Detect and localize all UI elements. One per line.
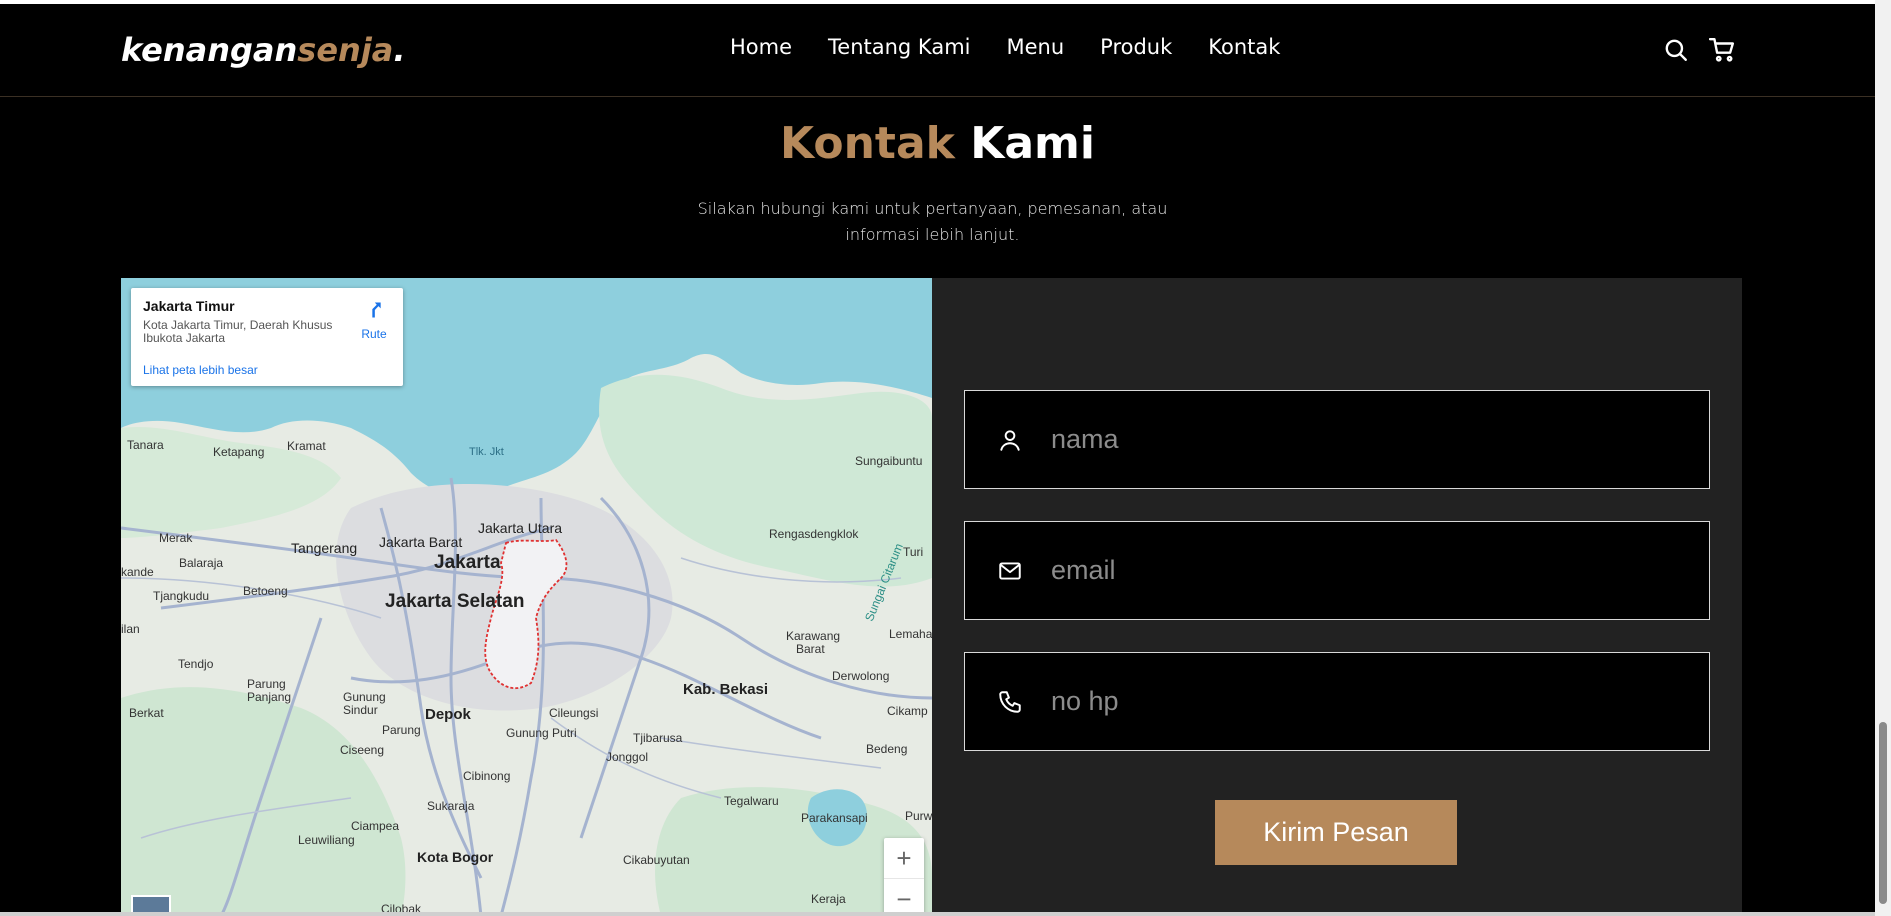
- map-label: Gunung Putri: [506, 726, 577, 740]
- map-label: ilan: [121, 622, 140, 636]
- map-label: Bedeng: [866, 742, 908, 756]
- map-label: Kramat: [287, 439, 326, 453]
- map-label: Karawang: [786, 629, 841, 643]
- map-label: Tendjo: [178, 657, 214, 671]
- map-label: Purwak: [905, 809, 932, 823]
- map-label: Depok: [425, 706, 471, 723]
- map-label: Jakarta Barat: [379, 534, 463, 550]
- section-subtitle: Silakan hubungi kami untuk pertanyaan, p…: [697, 199, 1168, 244]
- nav-icons: [1663, 37, 1735, 63]
- phone-field: [964, 652, 1710, 751]
- map-label: Cikabuyutan: [623, 853, 690, 867]
- map-label: Cileungsi: [549, 706, 599, 720]
- map-label: Betoeng: [243, 584, 288, 598]
- map-label: Barat: [796, 642, 825, 656]
- map-label: Tlk. Jkt: [469, 446, 504, 458]
- embedded-map[interactable]: Tanara Ketapang Kramat Tlk. Jkt Sungaibu…: [121, 278, 932, 916]
- phone-input[interactable]: [1051, 653, 1691, 750]
- map-label: Tjibarusa: [633, 731, 683, 745]
- map-label: Tanara: [127, 438, 164, 452]
- map-place-title: Jakarta Timur: [143, 298, 235, 314]
- map-label: Kota Bogor: [417, 849, 494, 865]
- logo-part-3: .: [393, 31, 406, 69]
- map-label: Sukaraja: [427, 799, 475, 813]
- mail-icon: [999, 562, 1021, 580]
- map-label: Jakarta Utara: [478, 520, 563, 536]
- title-main: Kami: [970, 118, 1095, 169]
- map-label: Turi: [903, 545, 924, 559]
- map-label: Tangerang: [291, 540, 358, 556]
- nav-menu[interactable]: Menu: [1006, 35, 1064, 59]
- map-label: Tegalwaru: [724, 794, 779, 808]
- zoom-in-button[interactable]: +: [884, 838, 924, 878]
- email-input[interactable]: [1051, 522, 1691, 619]
- map-zoom-controls: + −: [884, 838, 924, 916]
- map-label: Lemaha: [889, 627, 932, 641]
- map-label: Sungaibuntu: [855, 454, 923, 468]
- map-label: kande: [121, 565, 154, 579]
- contact-form: Kirim Pesan: [932, 278, 1742, 916]
- send-message-button[interactable]: Kirim Pesan: [1215, 800, 1457, 865]
- main-nav: Home Tentang Kami Menu Produk Kontak: [730, 35, 1280, 59]
- brand-logo[interactable]: kenangansenja.: [121, 31, 406, 69]
- email-field: [964, 521, 1710, 620]
- map-info-card: Jakarta Timur Kota Jakarta Timur, Daerah…: [131, 288, 403, 386]
- map-label: Cikamp: [887, 704, 928, 718]
- phone-icon: [999, 691, 1021, 713]
- directions-button[interactable]: Rute: [354, 300, 394, 341]
- name-input[interactable]: [1051, 391, 1691, 488]
- map-label: Parung: [382, 723, 421, 737]
- page-scrollbar[interactable]: [1875, 0, 1891, 916]
- map-label: Balaraja: [179, 556, 224, 570]
- bottom-scrollbar: [0, 912, 1875, 916]
- zoom-out-button[interactable]: −: [884, 879, 924, 916]
- cart-icon[interactable]: [1709, 37, 1735, 63]
- map-label: Ciampea: [351, 819, 400, 833]
- map-label: Ketapang: [213, 445, 265, 459]
- nav-tentang-kami[interactable]: Tentang Kami: [828, 35, 970, 59]
- map-label: Gunung Sindur: [343, 690, 386, 717]
- map-label: Merak: [159, 531, 193, 545]
- title-accent: Kontak: [780, 118, 955, 169]
- map-label: Berkat: [129, 706, 164, 720]
- map-label: Tjangkudu: [153, 589, 210, 603]
- map-label: Cibinong: [463, 769, 511, 783]
- map-label: Derwolong: [832, 669, 890, 683]
- name-field: [964, 390, 1710, 489]
- nav-produk[interactable]: Produk: [1100, 35, 1172, 59]
- map-label: Jakarta: [434, 552, 501, 573]
- search-icon[interactable]: [1663, 37, 1689, 63]
- logo-part-1: kenangan: [121, 31, 298, 69]
- map-label: Jakarta Selatan: [385, 591, 525, 612]
- map-label: Parakansapi: [801, 811, 868, 825]
- nav-kontak[interactable]: Kontak: [1208, 35, 1280, 59]
- section-title: Kontak Kami: [0, 118, 1875, 169]
- user-icon: [1000, 430, 1020, 451]
- view-larger-map-link[interactable]: Lihat peta lebih besar: [143, 363, 258, 377]
- map-label: Rengasdengklok: [769, 527, 859, 541]
- directions-label: Rute: [361, 327, 387, 341]
- map-label: Keraja: [811, 892, 846, 906]
- nav-home[interactable]: Home: [730, 35, 792, 59]
- map-label: Jonggol: [606, 750, 649, 764]
- map-label: Leuwiliang: [298, 833, 355, 847]
- scrollbar-thumb[interactable]: [1879, 722, 1887, 904]
- map-label: Kab. Bekasi: [683, 681, 769, 698]
- map-label: Ciseeng: [340, 743, 385, 757]
- directions-icon: [372, 302, 381, 318]
- navbar: kenangansenja. Home Tentang Kami Menu Pr…: [0, 0, 1875, 97]
- logo-part-2: senja: [297, 31, 394, 69]
- map-place-address: Kota Jakarta Timur, Daerah Khusus Ibukot…: [143, 318, 333, 345]
- map-label: Parung Panjang: [247, 677, 292, 704]
